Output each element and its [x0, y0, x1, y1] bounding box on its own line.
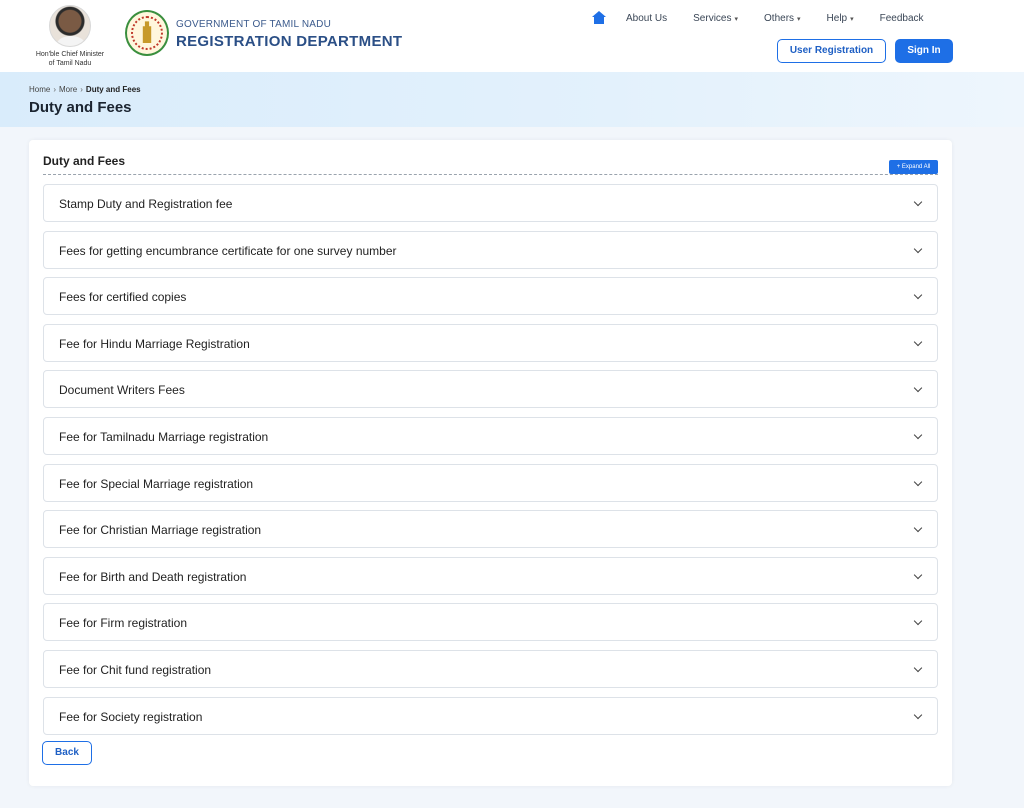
chevron-down-icon — [913, 384, 923, 393]
breadcrumb-separator: › — [80, 85, 83, 94]
chevron-down-icon — [913, 430, 923, 440]
accordion-item-label: Fee for Chit fund registration — [59, 662, 212, 677]
chief-minister-block: Hon'ble Chief Minister of Tamil Nadu — [22, 5, 118, 68]
nav-others-label: Others — [764, 12, 795, 24]
accordion-item[interactable]: Fee for Special Marriage registration — [43, 463, 938, 502]
breadcrumb-current: Duty and Fees — [85, 85, 141, 94]
card-title: Duty and Fees — [43, 154, 126, 168]
accordion-item[interactable]: Fee for Christian Marriage registration — [43, 510, 938, 549]
nav-services-label: Services — [693, 12, 732, 24]
site-header: Hon'ble Chief Minister of Tamil Nadu GOV… — [0, 0, 1024, 72]
nav-feedback-label: Feedback — [879, 12, 924, 24]
accordion-item[interactable]: Document Writers Fees — [43, 370, 938, 409]
home-icon[interactable] — [592, 11, 606, 25]
nav-others[interactable]: Others ▾ — [764, 13, 801, 24]
chevron-down-icon: ▾ — [797, 15, 801, 23]
accordion-item-label: Fee for Hindu Marriage Registration — [59, 336, 250, 351]
chevron-down-icon — [913, 244, 923, 253]
accordion-item-label: Document Writers Fees — [59, 383, 185, 398]
accordion-item[interactable]: Stamp Duty and Registration fee — [43, 184, 938, 222]
expand-all-button[interactable]: + Expand All — [889, 160, 938, 174]
accordion-item-label: Fee for Birth and Death registration — [59, 569, 247, 584]
breadcrumb: Home › More › Duty and Fees — [29, 85, 141, 94]
tamil-nadu-emblem-icon[interactable] — [125, 10, 169, 56]
chief-minister-photo — [49, 5, 91, 47]
nav-help-label: Help — [826, 12, 848, 24]
accordion-list: Stamp Duty and Registration fee Fees for… — [43, 184, 938, 743]
chief-minister-caption: Hon'ble Chief Minister of Tamil Nadu — [22, 50, 118, 68]
accordion-item-label: Fee for Firm registration — [59, 616, 188, 631]
main-nav: About Us Services ▾ Others ▾ Help ▾ Feedbac… — [592, 11, 950, 25]
cm-caption-line1: Hon'ble Chief Minister — [35, 51, 105, 58]
accordion-item-label: Fee for Society registration — [59, 709, 203, 724]
back-button[interactable]: Back — [42, 741, 92, 765]
accordion-item-label: Fee for Christian Marriage registration — [59, 523, 262, 538]
sign-in-button[interactable]: Sign In — [895, 39, 953, 63]
duty-fees-card: Duty and Fees + Expand All Stamp Duty an… — [29, 140, 952, 786]
divider — [43, 174, 938, 175]
chevron-down-icon — [913, 570, 923, 579]
accordion-item-label: Fee for Tamilnadu Marriage registration — [59, 429, 269, 444]
accordion-item-label: Fees for getting encumbrance certificate… — [59, 243, 397, 258]
department-title[interactable]: REGISTRATION DEPARTMENT — [176, 33, 402, 50]
accordion-item-label: Fee for Special Marriage registration — [59, 476, 254, 491]
nav-about-us[interactable]: About Us — [626, 13, 667, 24]
cm-caption-line2: of Tamil Nadu — [48, 60, 92, 67]
accordion-item[interactable]: Fee for Firm registration — [43, 603, 938, 642]
chevron-down-icon — [913, 290, 923, 300]
accordion-item[interactable]: Fees for certified copies — [43, 277, 938, 316]
accordion-item[interactable]: Fee for Birth and Death registration — [43, 556, 938, 595]
accordion-item[interactable]: Fee for Chit fund registration — [43, 649, 938, 688]
chevron-down-icon — [913, 617, 923, 626]
accordion-item[interactable]: Fee for Hindu Marriage Registration — [43, 323, 938, 362]
chevron-down-icon — [913, 477, 923, 486]
chevron-down-icon — [913, 710, 923, 719]
chevron-down-icon — [913, 337, 923, 347]
page-title: Duty and Fees — [29, 99, 132, 116]
accordion-item-label: Fees for certified copies — [59, 290, 187, 305]
accordion-item[interactable]: Fees for getting encumbrance certificate… — [43, 230, 938, 269]
chevron-down-icon — [913, 197, 923, 207]
chevron-down-icon — [913, 523, 923, 533]
government-label: GOVERNMENT OF TAMIL NADU — [176, 19, 332, 30]
accordion-item[interactable]: Fee for Tamilnadu Marriage registration — [43, 416, 938, 455]
accordion-item[interactable]: Fee for Society registration — [43, 696, 938, 735]
nav-help[interactable]: Help ▾ — [827, 13, 854, 24]
chevron-down-icon: ▾ — [734, 15, 739, 23]
breadcrumb-more[interactable]: More — [59, 85, 77, 94]
accordion-item-label: Stamp Duty and Registration fee — [59, 197, 233, 211]
breadcrumb-home[interactable]: Home — [29, 85, 50, 94]
chevron-down-icon: ▾ — [850, 15, 854, 23]
user-registration-button[interactable]: User Registration — [777, 39, 886, 63]
nav-services[interactable]: Services ▾ — [693, 13, 738, 24]
breadcrumb-separator: › — [53, 85, 57, 94]
chevron-down-icon — [913, 663, 923, 673]
nav-feedback[interactable]: Feedback — [880, 13, 924, 24]
page-banner: Home › More › Duty and Fees Duty and Fees — [0, 72, 1024, 127]
nav-about-us-label: About Us — [626, 12, 668, 24]
